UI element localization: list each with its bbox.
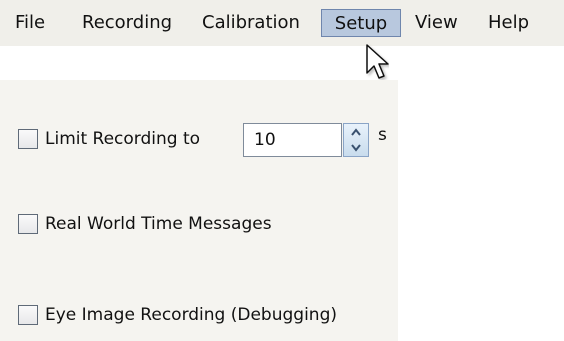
real-world-time-messages-checkbox[interactable] (18, 214, 38, 234)
limit-recording-checkbox[interactable] (18, 129, 38, 149)
menu-file[interactable]: File (7, 9, 53, 37)
menu-calibration[interactable]: Calibration (194, 9, 308, 37)
menu-bar: File Recording Calibration Setup View He… (0, 0, 564, 46)
menu-view[interactable]: View (407, 9, 466, 37)
menu-help[interactable]: Help (480, 9, 537, 37)
spin-up-arrow-icon[interactable] (344, 124, 368, 140)
seconds-unit-label: s (378, 125, 387, 145)
chevron-down-icon (351, 144, 361, 152)
recording-limit-spinner[interactable] (343, 123, 369, 157)
real-world-time-messages-label: Real World Time Messages (45, 214, 272, 234)
eye-image-recording-option[interactable]: Eye Image Recording (Debugging) (18, 303, 337, 327)
recording-limit-input[interactable] (243, 123, 342, 157)
eye-image-recording-label: Eye Image Recording (Debugging) (45, 305, 337, 325)
spin-down-arrow-icon[interactable] (344, 140, 368, 156)
menu-recording[interactable]: Recording (74, 9, 180, 37)
arrow-pointer-icon (366, 44, 389, 79)
real-world-time-messages-option[interactable]: Real World Time Messages (18, 212, 272, 236)
menu-setup[interactable]: Setup (321, 9, 401, 37)
limit-recording-label: Limit Recording to (45, 129, 201, 149)
limit-recording-option[interactable]: Limit Recording to (18, 127, 200, 151)
eye-image-recording-checkbox[interactable] (18, 305, 38, 325)
application-window: File Recording Calibration Setup View He… (0, 0, 564, 341)
chevron-up-icon (351, 128, 361, 136)
setup-options-panel (0, 80, 398, 341)
